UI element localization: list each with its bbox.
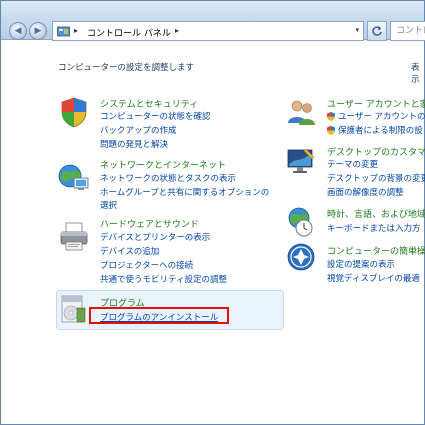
link-change-user-account[interactable]: ユーザー アカウントの [338,110,425,122]
link-create-backup[interactable]: バックアップの作成 [100,124,177,136]
category-ease-of-access[interactable]: コンピューターの簡単操作 [327,244,425,257]
control-panel-icon [57,26,70,37]
page-heading: コンピューターの設定を調整します [58,63,195,73]
desktop-personalize-icon [287,148,315,173]
address-dropdown-icon[interactable]: ▾ [355,26,359,34]
refresh-button[interactable] [367,21,387,41]
back-button[interactable]: ◀ [9,22,27,40]
programs-icon [61,295,86,323]
forward-button[interactable]: ▶ [29,22,47,40]
link-network-status-tasks[interactable]: ネットワークの状態とタスクの表示 [100,172,236,184]
address-bar[interactable]: ▸ コントロール パネル ▸ ▾ [52,21,364,41]
link-check-computer-status[interactable]: コンピューターの状態を確認 [100,110,211,122]
link-change-keyboards[interactable]: キーボードまたは入力方 [327,222,421,234]
refresh-icon [372,26,382,36]
highlight-box [89,307,229,324]
category-hardware-sound[interactable]: ハードウェアとサウンド [100,217,199,230]
category-user-accounts[interactable]: ユーザー アカウントと家 [327,97,425,110]
uac-shield-icon [327,126,335,135]
users-icon [288,100,315,125]
link-change-theme[interactable]: テーマの変更 [327,158,378,170]
navigation-toolbar: ◀ ▶ ▸ コントロール パネル ▸ ▾ コントロール [1,1,425,41]
breadcrumb-control-panel[interactable]: コントロール パネル [87,26,171,39]
clock-globe-icon [288,207,313,237]
category-appearance-personalization[interactable]: デスクトップのカスタマイ [327,145,425,158]
link-change-desktop-background[interactable]: デスクトップの背景の変更 [327,172,425,184]
category-system-security[interactable]: システムとセキュリティ [100,97,198,110]
network-globe-icon [58,164,89,190]
search-input[interactable]: コントロール [390,21,425,41]
link-adjust-resolution[interactable]: 画面の解像度の調整 [327,186,404,198]
category-network-internet[interactable]: ネットワークとインターネット [100,158,226,171]
link-parental-controls[interactable]: 保護者による制限の設 [338,124,423,136]
view-by-label[interactable]: 表示 [411,61,425,85]
uac-shield-icon [327,112,335,121]
link-connect-projector[interactable]: プロジェクターへの接続 [100,259,193,271]
ease-of-access-icon [287,243,315,271]
link-devices-printers[interactable]: デバイスとプリンターの表示 [100,231,210,243]
breadcrumb-separator[interactable]: ▸ [74,26,78,35]
printer-icon [60,222,88,251]
link-troubleshoot[interactable]: 問題の発見と解決 [100,138,168,150]
link-homegroup-sharing[interactable]: ホームグループと共有に関するオプションの [100,186,269,198]
link-add-device[interactable]: デバイスの追加 [100,245,159,257]
shield-flag-icon [61,97,87,128]
breadcrumb-trailing-separator[interactable]: ▸ [175,26,179,35]
link-let-windows-suggest[interactable]: 設定の提案の表示 [327,258,395,270]
link-homegroup-sharing-cont[interactable]: 選択 [100,199,117,211]
category-clock-language-region[interactable]: 時計、言語、および地域 [327,207,425,220]
link-optimize-visual-display[interactable]: 視覚ディスプレイの最適 [327,272,420,284]
link-mobility-settings[interactable]: 共通で使うモビリティ設定の調整 [100,273,227,285]
